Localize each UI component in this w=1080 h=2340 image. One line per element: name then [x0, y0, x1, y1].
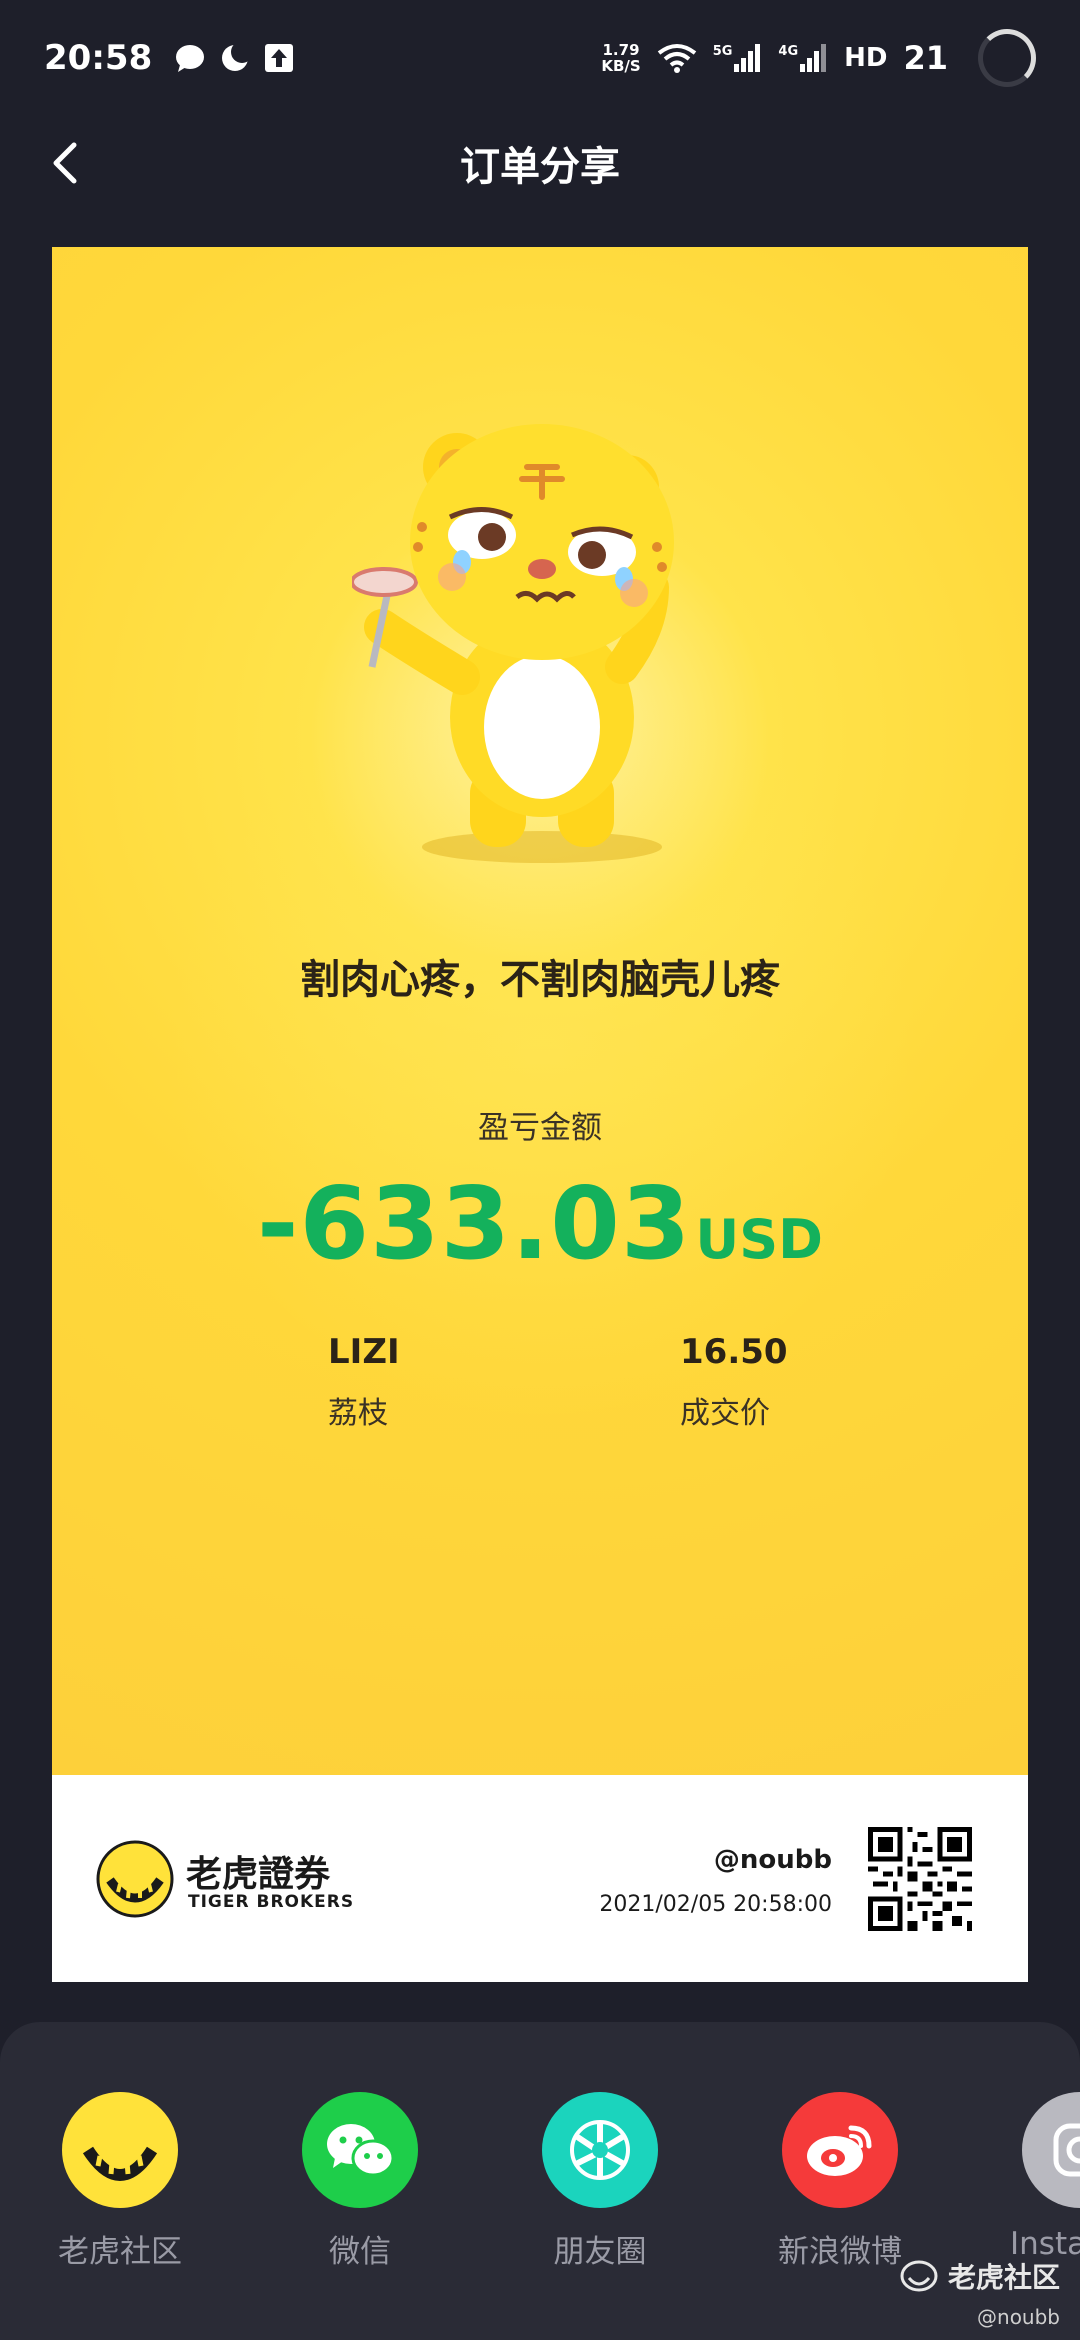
share-wechat[interactable]: 微信 — [270, 2092, 450, 2271]
weibo-icon — [807, 2125, 872, 2176]
signal-4g-label: 4G — [778, 43, 799, 59]
watermark-title: 老虎社区 — [947, 2261, 1060, 2294]
upload-icon — [265, 43, 294, 72]
tiger-icon — [74, 2104, 166, 2196]
share-label: 老虎社区 — [58, 2234, 182, 2270]
watermark-user: @noubb — [977, 2305, 1060, 2329]
symbol-block: LIZI 荔枝 — [328, 1332, 400, 1432]
moon-icon — [222, 42, 251, 71]
tiger-community-watermark-icon — [900, 2260, 938, 2292]
hd-indicator: HD — [844, 42, 888, 73]
moments-icon — [570, 2120, 630, 2180]
pnl-amount: -633.03USD — [52, 1165, 1028, 1282]
pnl-value: -633.03 — [257, 1165, 692, 1282]
brand-name-en: TIGER BROKERS — [188, 1892, 355, 1912]
order-share-card: 割肉心疼，不割肉脑壳儿疼 盈亏金额 -633.03USD LIZI 荔枝 16.… — [52, 247, 1028, 1982]
share-label: 朋友圈 — [553, 2234, 647, 2270]
qr-code-icon — [868, 1827, 972, 1931]
share-tagline: 割肉心疼，不割肉脑壳儿疼 — [300, 957, 780, 1003]
share-instagram-icon-wrap — [1022, 2092, 1080, 2208]
share-moments[interactable]: 朋友圈 — [510, 2092, 690, 2271]
share-moments-icon-wrap — [542, 2092, 658, 2208]
card-hero: 割肉心疼，不割肉脑壳儿疼 盈亏金额 -633.03USD LIZI 荔枝 16.… — [52, 247, 1028, 1775]
wechat-icon — [327, 2124, 395, 2177]
wifi-icon — [657, 43, 696, 73]
price-block: 16.50 成交价 — [680, 1332, 788, 1432]
net-speed: 1.79 KB/S — [601, 42, 640, 74]
signal-4g: 4G — [778, 43, 828, 72]
chevron-left-icon — [53, 142, 77, 183]
signal-5g-label: 5G — [712, 43, 733, 59]
share-label: 微信 — [329, 2234, 391, 2270]
share-tiger-community-icon-wrap — [62, 2092, 178, 2208]
page-title: 订单分享 — [460, 143, 620, 190]
chat-bubble-icon — [176, 44, 205, 72]
pnl-currency: USD — [695, 1208, 823, 1271]
battery-ring-icon — [978, 28, 1036, 87]
watermark: 老虎社区 — [900, 2256, 1060, 2296]
net-speed-unit: KB/S — [601, 56, 641, 75]
battery-level: 21 — [903, 38, 948, 77]
trade-price: 16.50 — [680, 1332, 788, 1372]
net-speed-value: 1.79 — [602, 40, 640, 59]
share-weibo[interactable]: 新浪微博 — [750, 2092, 930, 2271]
signal-5g: 5G — [712, 43, 763, 72]
share-tiger-community[interactable]: 老虎社区 — [30, 2092, 210, 2271]
trade-price-label: 成交价 — [680, 1396, 770, 1431]
share-weibo-icon-wrap — [782, 2092, 898, 2208]
share-label: 新浪微博 — [778, 2234, 902, 2270]
share-instagram[interactable]: Insta — [990, 2092, 1080, 2262]
nav-bar: 订单分享 — [0, 115, 1080, 210]
notification-icons — [174, 42, 294, 73]
brand-name-cn: 老虎證券 — [186, 1854, 331, 1895]
pnl-label: 盈亏金额 — [478, 1110, 602, 1146]
signal-icon — [734, 43, 761, 72]
system-icons: 1.79 KB/S 5G 4G HD 21 — [601, 28, 1036, 87]
stock-name: 荔枝 — [328, 1396, 388, 1431]
back-button[interactable] — [40, 135, 90, 190]
tiger-brokers-logo-icon — [96, 1840, 174, 1918]
card-footer: 老虎證券 TIGER BROKERS @noubb 2021/02/05 20:… — [52, 1775, 1028, 1982]
status-bar: 20:58 1.79 KB/S 5G 4G HD 21 — [0, 0, 1080, 115]
share-timestamp: 2021/02/05 20:58:00 — [599, 1892, 832, 1917]
tiger-mascot-illustration — [352, 424, 674, 863]
share-wechat-icon-wrap — [302, 2092, 418, 2208]
signal-icon — [800, 43, 827, 72]
instagram-icon — [1053, 2123, 1080, 2177]
user-handle: @noubb — [713, 1845, 832, 1875]
status-time: 20:58 — [44, 37, 153, 78]
stock-symbol: LIZI — [328, 1332, 400, 1372]
